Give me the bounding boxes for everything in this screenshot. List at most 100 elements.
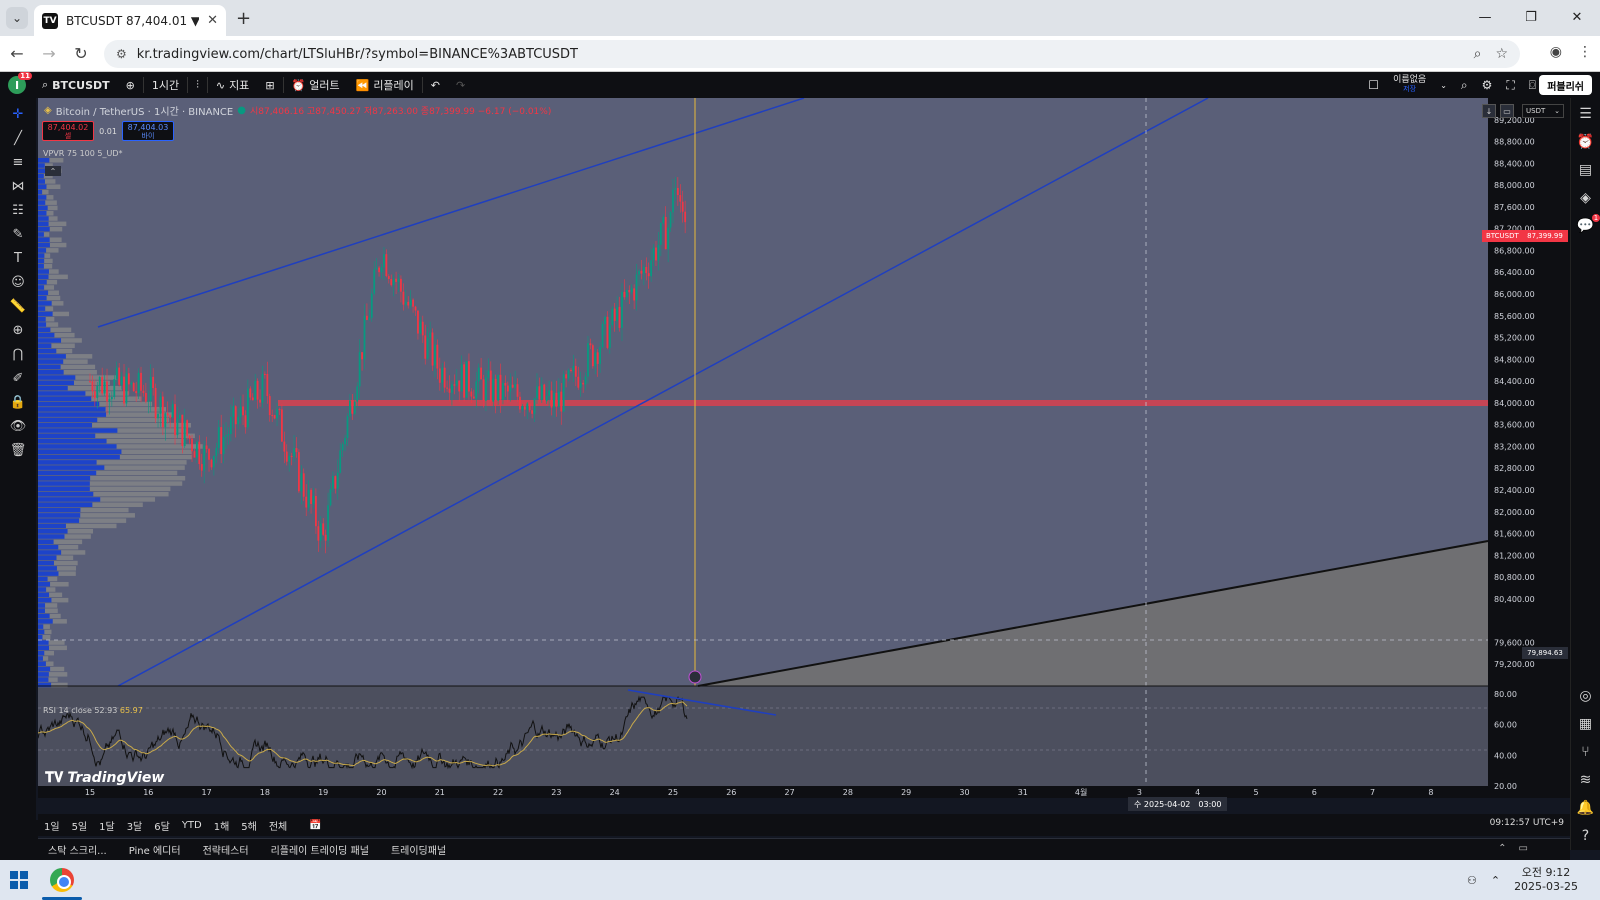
range-5y[interactable]: 5해 [235, 818, 263, 833]
tab-search-icon[interactable]: ⌄ [6, 7, 28, 29]
compare-button[interactable]: ⊕ [118, 72, 143, 98]
currency-select[interactable]: USDT ⌄ [1522, 104, 1564, 118]
restore-icon[interactable]: ❐ [1508, 0, 1554, 34]
chart-area[interactable]: 89,200.00 88,800.00 88,400.00 88,000.00 87,6… [37, 97, 1570, 798]
projection-icon[interactable]: ☷ [9, 202, 27, 218]
tab-stock-screener[interactable]: 스탁 스크리... [48, 842, 107, 857]
zoom-icon[interactable]: ⌕ [1474, 46, 1482, 62]
eye-icon[interactable]: 👁 [9, 418, 27, 434]
news-icon[interactable]: ▤ [1579, 162, 1592, 178]
symbol-search-button[interactable]: ⌕ BTCUSDT [34, 72, 118, 98]
candle-body [108, 399, 111, 402]
chrome-icon[interactable] [50, 868, 74, 892]
window-close-icon[interactable]: ✕ [1554, 0, 1600, 34]
windows-start-icon[interactable] [10, 871, 28, 889]
calendar-icon[interactable]: ▦ [1579, 716, 1592, 732]
layout-square-icon[interactable]: ☐ [1368, 78, 1379, 92]
range-3m[interactable]: 3달 [121, 818, 149, 833]
zoom-in-icon[interactable]: ⊕ [9, 322, 27, 338]
brush-icon[interactable]: ✎ [9, 226, 27, 242]
browser-tab[interactable]: TV BTCUSDT 87,404.01 ▼ −0.11% ✕ [34, 5, 226, 36]
lock-icon[interactable]: 🔒 [9, 394, 27, 410]
redo-button[interactable]: ↷ [448, 72, 473, 98]
chat-icon[interactable]: 💬 1 [1577, 214, 1600, 234]
profile-icon[interactable]: ◉ [1550, 44, 1562, 60]
publish-button[interactable]: 퍼블리쉬 [1539, 75, 1592, 95]
chevron-down-icon[interactable]: ⌄ [1440, 81, 1447, 90]
layout-name-button[interactable]: 이름없음 저장 [1393, 76, 1426, 94]
target-icon[interactable]: ◎ [1579, 688, 1591, 704]
rsi-legend[interactable]: RSI 14 close 52.93 65.97 [43, 706, 143, 715]
legend-title[interactable]: Bitcoin / TetherUS · 1시간 · BINANCE [56, 103, 234, 118]
alerts-clock-icon[interactable]: ⏰ [1577, 134, 1594, 150]
fib-icon[interactable]: ≡ [9, 154, 27, 170]
collapse-legend-icon[interactable]: ⌃ [45, 166, 61, 176]
quick-search-icon[interactable]: ⌕ [1461, 78, 1468, 93]
broadcast-icon[interactable]: ≋ [1580, 772, 1592, 788]
text-icon[interactable]: T [9, 250, 27, 266]
site-info-icon[interactable]: ⚙ [116, 47, 127, 61]
layers-icon[interactable]: ◈ [1580, 190, 1591, 206]
tab-replay-trading[interactable]: 리플레이 트레이딩 패널 [271, 842, 369, 857]
range-ytd[interactable]: YTD [176, 820, 208, 831]
lock-drawing-icon[interactable]: ✐ [9, 370, 27, 386]
indicators-button[interactable]: ∿ 지표 [208, 72, 257, 98]
event-marker-icon[interactable] [688, 670, 702, 684]
crosshair-icon[interactable]: ✛ [9, 106, 27, 122]
close-icon[interactable]: ✕ [207, 13, 218, 28]
watchlist-icon[interactable]: ☰ [1579, 106, 1592, 122]
range-1d[interactable]: 1일 [38, 818, 66, 833]
maximize-panel-icon[interactable]: ▭ [1519, 843, 1528, 854]
fullscreen-icon[interactable]: ⛶ [1506, 78, 1514, 93]
chart-mini-down-icon[interactable]: ↓ [1482, 104, 1496, 118]
range-5d[interactable]: 5일 [66, 818, 94, 833]
trash-icon[interactable]: 🗑 [9, 442, 27, 458]
range-6m[interactable]: 6달 [148, 818, 176, 833]
bookmark-star-icon[interactable]: ☆ [1495, 46, 1508, 62]
buy-button[interactable]: 87,404.03 바이 [122, 121, 174, 141]
range-all[interactable]: 전체 [263, 818, 293, 833]
replay-button[interactable]: ⏪ 리플레이 [348, 72, 422, 98]
vpvr-bar-up [38, 216, 49, 221]
chevron-up-icon[interactable]: ⌃ [1491, 874, 1500, 887]
chevron-up-icon[interactable]: ⌃ [1498, 843, 1506, 854]
ruler-icon[interactable]: 📏 [9, 298, 27, 314]
goto-date-icon[interactable]: 📅 [303, 820, 327, 831]
templates-button[interactable]: ⊞ [257, 72, 282, 98]
range-1m[interactable]: 1달 [93, 818, 121, 833]
help-icon[interactable]: ? [1582, 828, 1589, 844]
trendline-icon[interactable]: ╱ [9, 130, 27, 146]
taskbar-clock[interactable]: 오전 9:12 2025-03-25 [1514, 866, 1578, 894]
emoji-icon[interactable]: ☺ [9, 274, 27, 290]
magnet-icon[interactable]: ⋂ [9, 346, 27, 362]
fork-icon[interactable]: ⑂ [1581, 744, 1589, 760]
chart-type-button[interactable]: ⫶ [188, 72, 207, 98]
people-icon[interactable]: ⚇ [1467, 874, 1477, 887]
reload-icon[interactable]: ↻ [66, 39, 96, 69]
vpvr-bar-up [38, 253, 45, 258]
chart-mini-layout-icon[interactable]: ▭ [1500, 104, 1514, 118]
forward-arrow-icon[interactable]: → [34, 39, 64, 69]
tab-pine-editor[interactable]: Pine 에디터 [129, 842, 181, 857]
tab-trading-panel[interactable]: 트레이딩패널 [391, 842, 446, 857]
settings-gear-icon[interactable]: ⚙ [1482, 78, 1493, 92]
tab-strategy-tester[interactable]: 전략테스터 [203, 842, 249, 857]
url-input[interactable]: ⚙ kr.tradingview.com/chart/LTSluHBr/?sym… [104, 40, 1520, 68]
interval-button[interactable]: 1시간 [144, 72, 187, 98]
price-chart-svg[interactable]: 89,200.0088,800.0088,400.0088,000.0087,6… [37, 97, 1570, 798]
bell-icon[interactable]: 🔔 [1577, 800, 1594, 816]
back-arrow-icon[interactable]: ← [2, 39, 32, 69]
range-1y[interactable]: 1해 [208, 818, 236, 833]
pattern-icon[interactable]: ⋈ [9, 178, 27, 194]
user-menu[interactable]: I 11 [0, 72, 34, 98]
sell-button[interactable]: 87,404.02 셀 [42, 121, 94, 141]
minimize-icon[interactable]: — [1462, 0, 1508, 34]
kebab-menu-icon[interactable]: ⋮ [1578, 44, 1592, 60]
alert-button[interactable]: ⏰ 얼러트 [284, 72, 348, 98]
new-tab-plus-icon[interactable]: + [236, 8, 251, 29]
candle-body [545, 395, 548, 402]
undo-button[interactable]: ↶ [423, 72, 448, 98]
utc-clock[interactable]: 09:12:57 UTC+9 [1490, 818, 1564, 828]
camera-icon[interactable]: ⌼ [1529, 78, 1536, 93]
vpvr-legend[interactable]: VPVR 75 100 5_UD* [43, 149, 123, 158]
